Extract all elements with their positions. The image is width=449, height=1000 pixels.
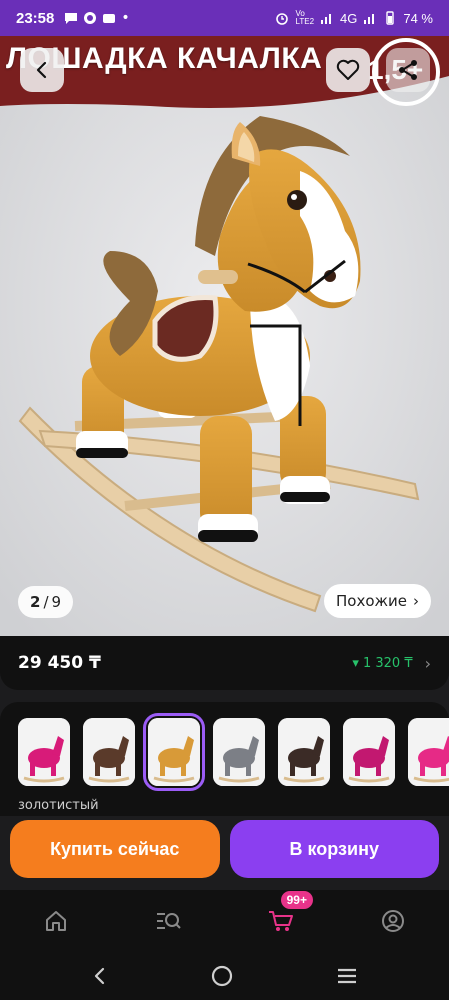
similar-label: Похожие xyxy=(336,592,408,610)
image-counter-total: 9 xyxy=(51,593,62,611)
nav-profile[interactable] xyxy=(373,901,413,941)
variant-thumbnail[interactable] xyxy=(343,718,395,786)
share-button[interactable] xyxy=(386,48,430,92)
variant-thumbnails xyxy=(18,713,449,791)
bottom-navigation: 99+ xyxy=(0,890,449,952)
product-photo xyxy=(0,36,449,636)
similar-button[interactable]: Похожие › xyxy=(324,584,432,618)
system-navigation xyxy=(0,952,449,1000)
selected-variant-label: золотистый xyxy=(18,798,99,813)
signal-icon xyxy=(321,14,332,24)
system-home-icon[interactable] xyxy=(210,964,234,988)
home-icon xyxy=(46,911,67,931)
network-type: 4G xyxy=(340,10,358,26)
notification-icons: • xyxy=(64,10,130,26)
catalog-search-icon xyxy=(157,913,182,929)
bank-icon xyxy=(103,14,116,23)
variant-image xyxy=(18,718,70,786)
status-time: 23:58 xyxy=(16,9,55,27)
variant-selector: золотистый xyxy=(0,702,449,822)
image-counter-separator: / xyxy=(43,593,49,611)
product-banner: ЛОШАДКА КАЧАЛКА 1,5+ xyxy=(0,36,449,108)
variant-thumbnail[interactable] xyxy=(18,718,70,786)
variant-image xyxy=(83,718,135,786)
variant-image xyxy=(278,718,330,786)
variant-image xyxy=(408,718,449,786)
whatsapp-icon xyxy=(84,12,97,24)
bonus-info[interactable]: ▾ 1 320 ₸ › xyxy=(352,654,431,673)
status-right: Vo LTE2 4G 74 % xyxy=(275,10,433,26)
variant-thumbnail[interactable] xyxy=(143,713,205,791)
signal-icon-2 xyxy=(364,14,375,24)
heart-icon xyxy=(336,59,360,80)
nav-home[interactable] xyxy=(36,901,76,941)
variant-image xyxy=(148,718,200,786)
variant-thumbnail[interactable] xyxy=(278,718,330,786)
back-button[interactable] xyxy=(20,48,64,92)
variant-image xyxy=(213,718,265,786)
buy-now-button[interactable]: Купить сейчас xyxy=(10,820,220,878)
add-to-cart-button[interactable]: В корзину xyxy=(229,820,439,878)
price-row[interactable]: 29 450 ₸ ▾ 1 320 ₸ › xyxy=(0,636,449,690)
alarm-icon xyxy=(276,13,289,25)
share-icon xyxy=(399,60,417,80)
variant-image xyxy=(343,718,395,786)
status-bar: 23:58 • Vo LTE2 4G 74 % xyxy=(0,0,449,36)
chat-icon xyxy=(65,13,78,24)
variant-thumbnail[interactable] xyxy=(213,718,265,786)
system-recents-icon[interactable] xyxy=(335,966,359,986)
chevron-right-icon: › xyxy=(424,653,431,673)
product-image-gallery[interactable]: ЛОШАДКА КАЧАЛКА 1,5+ 2 / 9 Похожие › xyxy=(0,36,449,636)
chevron-left-icon xyxy=(36,61,47,79)
volte-icon: Vo LTE2 xyxy=(295,9,315,26)
nav-catalog[interactable] xyxy=(148,901,188,941)
cart-badge: 99+ xyxy=(280,891,313,909)
variant-thumbnail[interactable] xyxy=(83,718,135,786)
nav-cart[interactable]: 99+ xyxy=(261,891,313,941)
action-bar: Купить сейчас В корзину xyxy=(0,816,449,888)
chevron-right-icon: › xyxy=(413,592,420,610)
product-price: 29 450 ₸ xyxy=(18,653,101,673)
profile-icon xyxy=(381,910,404,932)
battery-level: 74 % xyxy=(403,10,433,26)
image-counter: 2 / 9 xyxy=(18,586,74,618)
favorite-button[interactable] xyxy=(326,48,370,92)
battery-icon xyxy=(386,11,395,25)
image-counter-current: 2 xyxy=(30,593,41,611)
cart-icon xyxy=(268,911,293,931)
bonus-amount: ▾ 1 320 ₸ xyxy=(352,655,413,671)
variant-thumbnail[interactable] xyxy=(408,718,449,786)
system-back-icon[interactable] xyxy=(90,966,110,986)
